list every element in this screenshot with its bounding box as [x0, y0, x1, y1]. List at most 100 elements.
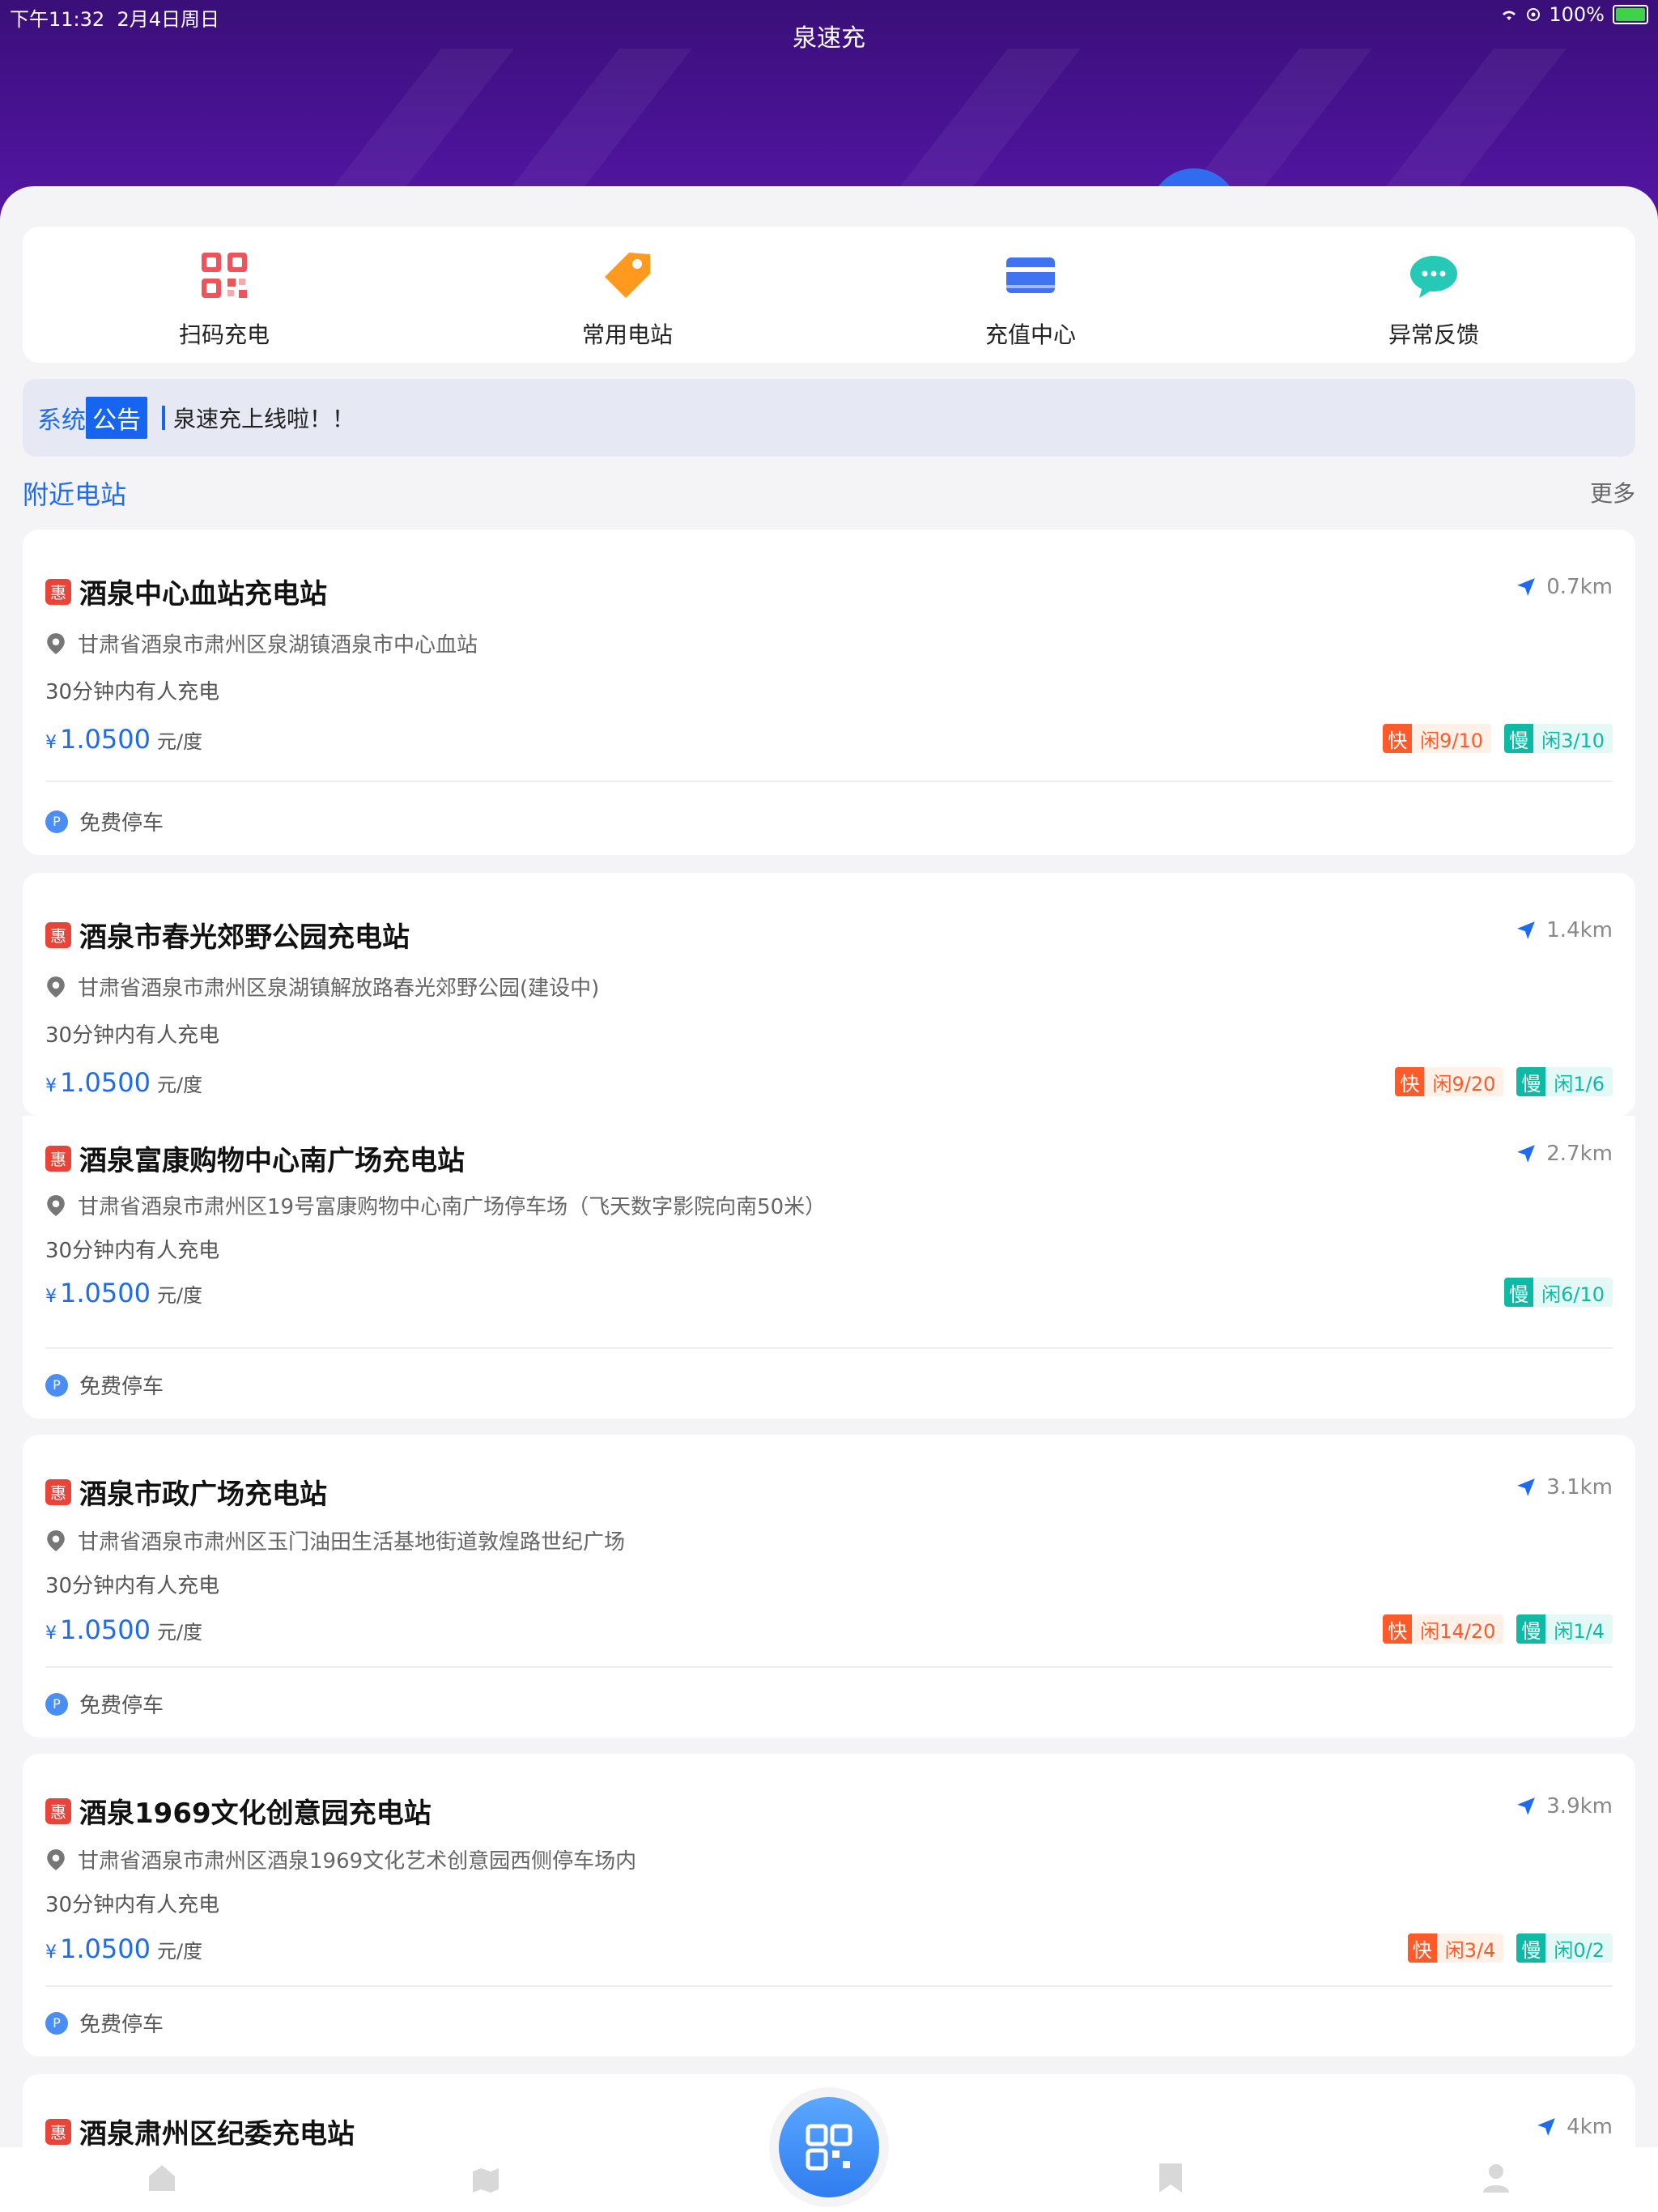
slow-charger-badge: 慢闲6/10 — [1504, 1278, 1613, 1307]
notice-text: 泉速充上线啦！！ — [173, 406, 355, 432]
station-distance[interactable]: 2.7km — [1516, 1142, 1613, 1166]
station-title-row: 惠 酒泉肃州区纪委充电站 — [45, 2112, 355, 2151]
price: ¥ 1.0500 元/度 — [45, 1278, 202, 1308]
station-distance[interactable]: 1.4km — [1516, 918, 1613, 942]
address-text: 甘肃省酒泉市肃州区酒泉1969文化艺术创意园西侧停车场内 — [78, 1849, 637, 1874]
slow-label: 慢 — [1504, 724, 1534, 753]
parking-text: 免费停车 — [79, 1375, 164, 1399]
parking-icon: P — [45, 1373, 68, 1397]
system-notice[interactable]: 系统 公告 泉速充上线啦！！ — [23, 379, 1635, 457]
quick-action-scan[interactable]: 扫码充电 — [23, 227, 426, 363]
price: ¥ 1.0500 元/度 — [45, 1067, 202, 1098]
page-title: 泉速充 — [793, 24, 865, 53]
quick-action-favorites[interactable]: 常用电站 — [426, 227, 829, 363]
fast-label: 快 — [1383, 724, 1413, 753]
slow-label: 慢 — [1516, 1614, 1546, 1644]
parking-icon: P — [45, 2011, 68, 2035]
station-distance[interactable]: 4km — [1536, 2115, 1613, 2139]
quick-action-recharge[interactable]: 充值中心 — [829, 227, 1232, 363]
parking-info: P 免费停车 — [45, 1689, 164, 1719]
home-icon — [149, 2165, 175, 2191]
location-pin-icon — [47, 1529, 65, 1551]
notice-tag-highlight: 公告 — [86, 397, 147, 439]
slow-label: 慢 — [1516, 1067, 1546, 1096]
location-pin-icon — [47, 632, 65, 654]
more-link[interactable]: 更多 — [1590, 476, 1635, 508]
navigate-icon — [1517, 921, 1536, 939]
station-card[interactable]: 惠 酒泉中心血站充电站 0.7km 甘肃省酒泉市肃州区泉湖镇酒泉市中心血站 30… — [23, 530, 1635, 855]
station-name: 酒泉市政广场充电站 — [79, 1478, 327, 1511]
map-icon — [473, 2168, 499, 2193]
fast-label: 快 — [1395, 1067, 1425, 1096]
station-card[interactable]: 惠 酒泉市春光郊野公园充电站 1.4km 甘肃省酒泉市肃州区泉湖镇解放路春光郊野… — [23, 873, 1635, 1116]
slow-charger-badge: 慢闲0/2 — [1516, 1933, 1613, 1963]
fast-label: 快 — [1383, 1614, 1413, 1644]
discount-badge: 惠 — [45, 1145, 71, 1172]
wait-info: 30分钟内有人充电 — [45, 680, 220, 704]
scan-charge-button[interactable] — [769, 2087, 889, 2207]
station-address: 甘肃省酒泉市肃州区泉湖镇解放路春光郊野公园(建设中) — [45, 972, 599, 1002]
price-unit: 元/度 — [156, 1940, 203, 1963]
parking-icon: P — [45, 810, 68, 833]
slow-count: 闲1/4 — [1545, 1614, 1613, 1644]
wait-info: 30分钟内有人充电 — [45, 1239, 220, 1263]
station-name: 酒泉1969文化创意园充电站 — [79, 1797, 432, 1830]
tab-favorites[interactable] — [1156, 2162, 1185, 2197]
slow-count: 闲6/10 — [1533, 1278, 1613, 1307]
discount-badge: 惠 — [45, 921, 71, 948]
station-card[interactable]: 惠 酒泉1969文化创意园充电站 3.9km 甘肃省酒泉市肃州区酒泉1969文化… — [23, 1754, 1635, 2057]
card-icon — [1001, 246, 1060, 304]
quick-actions: 扫码充电 常用电站 充值中心 异常反馈 — [23, 227, 1635, 363]
location-pin-icon — [47, 1194, 65, 1216]
station-title-row: 惠 酒泉市政广场充电站 — [45, 1472, 327, 1512]
station-name: 酒泉中心血站充电站 — [79, 578, 327, 610]
fast-charger-badge: 快闲9/20 — [1395, 1067, 1504, 1096]
user-icon — [1483, 2164, 1509, 2193]
price-symbol: ¥ — [45, 1942, 57, 1963]
charger-availability: 快闲14/20 慢闲1/4 — [1383, 1614, 1613, 1644]
charger-availability: 慢闲6/10 — [1504, 1278, 1613, 1307]
slow-count: 闲0/2 — [1545, 1933, 1613, 1963]
tab-map[interactable] — [470, 2162, 502, 2197]
distance-value: 2.7km — [1546, 1142, 1613, 1166]
nearby-title: 附近电站 — [23, 479, 127, 510]
fast-charger-badge: 快闲14/20 — [1383, 1614, 1504, 1644]
station-distance[interactable]: 0.7km — [1516, 575, 1613, 599]
station-address: 甘肃省酒泉市肃州区玉门油田生活基地街道敦煌路世纪广场 — [45, 1525, 625, 1555]
parking-icon: P — [45, 1692, 68, 1716]
price: ¥ 1.0500 元/度 — [45, 724, 202, 755]
price-unit: 元/度 — [156, 1284, 203, 1307]
station-distance[interactable]: 3.1km — [1516, 1475, 1613, 1499]
slow-charger-badge: 慢闲3/10 — [1504, 724, 1613, 753]
quick-action-feedback[interactable]: 异常反馈 — [1232, 227, 1635, 363]
quick-action-label: 常用电站 — [581, 321, 673, 348]
bookmark-icon — [1159, 2163, 1182, 2193]
station-title-row: 惠 酒泉1969文化创意园充电站 — [45, 1791, 432, 1831]
price-symbol: ¥ — [45, 733, 57, 753]
fast-count: 闲9/20 — [1424, 1067, 1504, 1096]
scan-button-inner — [779, 2097, 879, 2197]
fast-count: 闲9/10 — [1412, 724, 1492, 753]
station-name: 酒泉富康购物中心南广场充电站 — [79, 1145, 465, 1177]
price-value: 1.0500 — [60, 1614, 151, 1645]
price-value: 1.0500 — [60, 1067, 151, 1098]
tab-home[interactable] — [146, 2162, 178, 2197]
slow-count: 闲3/10 — [1533, 724, 1613, 753]
station-name: 酒泉市春光郊野公园充电站 — [79, 921, 410, 954]
station-card[interactable]: 惠 酒泉富康购物中心南广场充电站 2.7km 甘肃省酒泉市肃州区19号富康购物中… — [23, 1116, 1635, 1419]
station-address: 甘肃省酒泉市肃州区酒泉1969文化艺术创意园西侧停车场内 — [45, 1844, 636, 1874]
navigate-icon — [1517, 1478, 1536, 1496]
card-divider — [45, 1347, 1613, 1349]
station-distance[interactable]: 3.9km — [1516, 1794, 1613, 1819]
station-title-row: 惠 酒泉市春光郊野公园充电站 — [45, 915, 410, 955]
address-text: 甘肃省酒泉市肃州区泉湖镇酒泉市中心血站 — [78, 633, 478, 657]
tab-profile[interactable] — [1480, 2162, 1512, 2197]
navigate-icon — [1517, 578, 1536, 596]
fast-count: 闲3/4 — [1436, 1933, 1504, 1963]
parking-info: P 免费停车 — [45, 2008, 164, 2038]
distance-value: 3.9km — [1546, 1794, 1613, 1819]
quick-action-label: 充值中心 — [984, 321, 1076, 348]
quick-action-label: 扫码充电 — [178, 321, 270, 348]
parking-text: 免费停车 — [79, 811, 164, 836]
station-card[interactable]: 惠 酒泉市政广场充电站 3.1km 甘肃省酒泉市肃州区玉门油田生活基地街道敦煌路… — [23, 1435, 1635, 1738]
